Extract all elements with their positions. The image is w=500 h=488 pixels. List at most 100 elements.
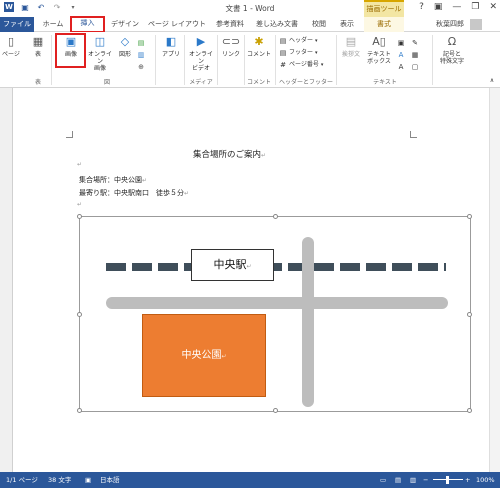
resize-handle[interactable] — [77, 214, 82, 219]
park-shape[interactable]: 中央公園↵ — [142, 314, 266, 397]
screenshot-button[interactable]: ⊕ — [137, 62, 145, 72]
doc-line-nearest-station[interactable]: 最寄り駅：中央駅南口 徒歩５分↵ — [79, 188, 189, 198]
group-separator — [432, 35, 433, 85]
date-time-button[interactable]: ▦ — [411, 50, 419, 60]
tab-page-layout[interactable]: ページ レイアウト — [145, 17, 209, 32]
text-box-icon: A▯ — [372, 35, 386, 48]
footer-button[interactable]: ▤ フッター ▾ — [279, 48, 318, 58]
zoom-in-icon[interactable]: + — [465, 472, 470, 488]
comment-label: コメント — [246, 51, 271, 58]
chart-button[interactable]: ▥ — [137, 50, 145, 60]
group-label-table: 表 — [34, 79, 41, 86]
header-label: ヘッダー — [289, 37, 314, 44]
drawing-tools-context-label: 描画ツール — [364, 0, 404, 17]
online-video-icon: ▶ — [196, 35, 206, 48]
close-icon[interactable]: ✕ — [489, 2, 497, 12]
proofing-icon[interactable]: ▣ — [85, 472, 91, 488]
drop-cap-button[interactable]: A — [397, 62, 405, 72]
paragraph-mark: ↵ — [77, 201, 83, 208]
page-number-button[interactable]: # ページ番号 ▾ — [279, 60, 323, 70]
station-box[interactable]: 中央駅↵ — [191, 249, 274, 281]
drawing-canvas[interactable]: 中央駅↵ 中央公園↵ — [77, 214, 472, 413]
table-button[interactable]: ▦ 表 — [28, 34, 48, 58]
date-icon: ▦ — [411, 51, 419, 59]
vertical-scrollbar[interactable] — [489, 88, 500, 472]
tab-mailings[interactable]: 差し込み文書 — [251, 17, 303, 32]
wordart-button[interactable]: A — [397, 50, 405, 60]
signature-button[interactable]: ✎ — [411, 38, 419, 48]
chevron-down-icon: ▾ — [315, 38, 318, 44]
user-name[interactable]: 秋葉四郎 — [436, 17, 464, 31]
text-box-button[interactable]: A▯ テキスト ボックス — [365, 34, 393, 65]
tab-view[interactable]: 表示 — [335, 17, 359, 32]
page-icon: ▯ — [7, 35, 15, 48]
vertical-ruler — [0, 88, 13, 472]
resize-handle[interactable] — [467, 312, 472, 317]
restore-icon[interactable]: ❐ — [471, 2, 479, 12]
resize-handle[interactable] — [77, 408, 82, 413]
page-button[interactable]: ▯ ページ — [2, 34, 20, 58]
object-button[interactable]: ▢ — [411, 62, 419, 72]
avatar[interactable] — [470, 19, 482, 30]
comment-button[interactable]: ✱ コメント — [246, 34, 272, 58]
tab-insert[interactable]: 挿入 — [70, 16, 105, 33]
group-label-text: テキスト — [373, 79, 397, 86]
zoom-slider-thumb[interactable] — [446, 476, 449, 484]
text-box-label-1: テキスト — [367, 51, 391, 58]
resize-handle[interactable] — [273, 214, 278, 219]
link-button[interactable]: ⊂⊃ リンク — [220, 34, 242, 58]
ribbon-display-icon[interactable]: ▣ — [434, 2, 443, 12]
apps-button[interactable]: ◧ アプリ — [160, 34, 182, 58]
shapes-label: 図形 — [118, 51, 131, 58]
shapes-button[interactable]: ◇ 図形 — [115, 34, 135, 58]
drop-cap-icon: A — [398, 63, 404, 71]
resize-handle[interactable] — [77, 312, 82, 317]
page-label: ページ — [2, 51, 20, 58]
resize-handle[interactable] — [467, 408, 472, 413]
tab-format[interactable]: 書式 — [364, 17, 404, 32]
collapse-ribbon-button[interactable]: ∧ — [488, 76, 496, 86]
quick-parts-button[interactable]: ▣ — [397, 38, 405, 48]
paragraph-mark: ↵ — [77, 161, 83, 168]
page-number-label: ページ番号 — [289, 61, 319, 68]
tab-home[interactable]: ホーム — [40, 17, 66, 32]
group-label-comments: コメント — [246, 79, 271, 86]
table-label: 表 — [34, 51, 41, 58]
tab-review[interactable]: 校閲 — [307, 17, 331, 32]
omega-icon: Ω — [447, 35, 457, 48]
vertical-road[interactable] — [302, 237, 314, 407]
help-button[interactable]: ? — [419, 2, 424, 12]
online-video-button[interactable]: ▶ オンライン ビデオ — [187, 34, 215, 72]
group-label-header-footer: ヘッダーとフッター — [278, 79, 333, 86]
doc-heading[interactable]: 集合場所のご案内↵ — [193, 148, 266, 160]
apps-icon: ◧ — [165, 35, 177, 48]
resize-handle[interactable] — [273, 408, 278, 413]
status-words[interactable]: 38 文字 — [48, 472, 71, 488]
web-layout-icon[interactable]: ▥ — [410, 472, 416, 488]
zoom-level[interactable]: 100% — [476, 472, 495, 488]
zoom-out-icon[interactable]: − — [423, 472, 428, 488]
print-layout-icon[interactable]: ▤ — [395, 472, 401, 488]
chevron-down-icon: ▾ — [315, 50, 318, 56]
horizontal-road[interactable] — [106, 297, 448, 309]
status-bar: 1/1 ページ 38 文字 ▣ 日本語 ▭ ▤ ▥ − + 100% — [0, 472, 500, 488]
ribbon-insert: ▯ ページ ▦ 表 表 ▣ 画像 ◫ オンライン 画像 ◇ 図形 ▤ ▥ ⊕ 図… — [0, 32, 500, 88]
resize-handle[interactable] — [467, 214, 472, 219]
tab-references[interactable]: 参考資料 — [212, 17, 248, 32]
tab-design[interactable]: デザイン — [108, 17, 142, 32]
header-button[interactable]: ▤ ヘッダー ▾ — [279, 36, 318, 46]
greeting-button[interactable]: ▤ 挨拶文 — [339, 34, 363, 58]
online-pictures-button[interactable]: ◫ オンライン 画像 — [87, 34, 113, 72]
tab-file[interactable]: ファイル — [0, 17, 34, 32]
online-video-label-1: オンライン — [188, 51, 213, 65]
minimize-icon[interactable]: — — [452, 2, 461, 12]
status-page[interactable]: 1/1 ページ — [6, 472, 38, 488]
doc-line-meeting-place[interactable]: 集合場所：中央公園↵ — [79, 175, 147, 185]
status-language[interactable]: 日本語 — [100, 472, 120, 488]
smartart-button[interactable]: ▤ — [137, 38, 145, 48]
group-label-illustrations: 図 — [103, 79, 110, 86]
railway-line[interactable] — [106, 263, 446, 271]
group-label-media: メディア — [189, 79, 213, 86]
read-mode-icon[interactable]: ▭ — [380, 472, 386, 488]
symbol-button[interactable]: Ω 記号と 特殊文字 — [435, 34, 469, 65]
